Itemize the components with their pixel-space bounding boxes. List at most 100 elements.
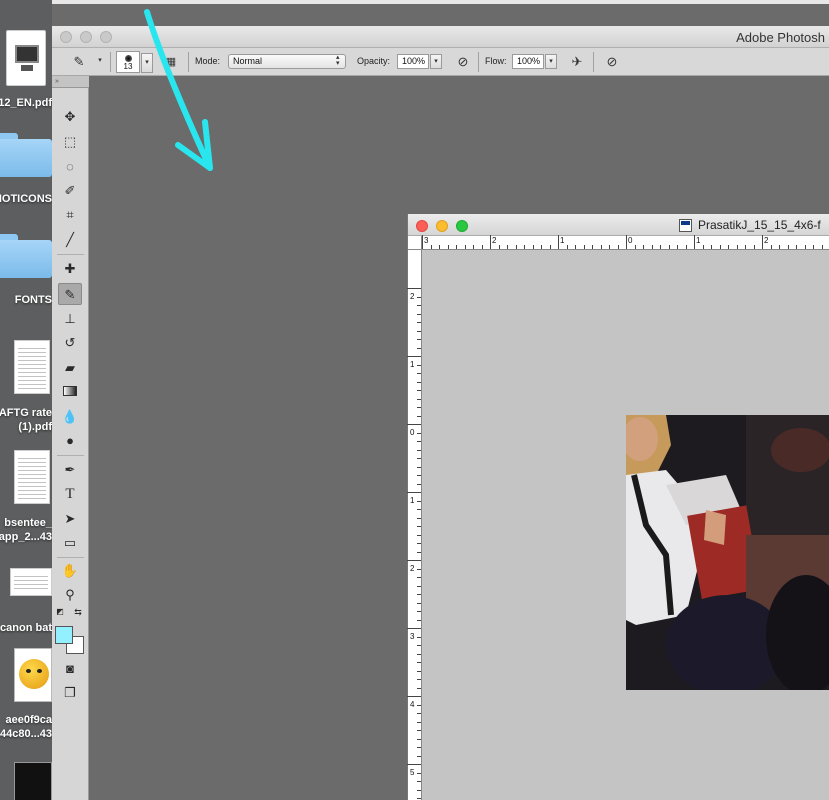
opacity-dropdown-arrow[interactable]: ▾ (430, 54, 442, 69)
history-brush-tool-icon[interactable]: ↺ (58, 332, 82, 354)
healing-brush-tool-icon[interactable]: ✚ (58, 258, 82, 280)
ruler-tick (417, 721, 421, 723)
ruler-tick (407, 764, 421, 765)
flow-dropdown-arrow[interactable]: ▾ (545, 54, 557, 69)
folder-icon[interactable] (0, 234, 52, 278)
ruler-tick (417, 390, 421, 391)
foreground-color-swatch[interactable] (55, 626, 73, 644)
divider (593, 52, 594, 72)
pressure-size-icon[interactable]: ⊘ (603, 53, 621, 71)
default-colors-icon[interactable]: ◩ (54, 606, 66, 618)
ruler-tick (821, 245, 823, 249)
lasso-tool-icon[interactable]: ◌ (58, 156, 82, 178)
ruler-tick (417, 381, 421, 383)
desktop-item-label: MOTICONS (0, 193, 52, 205)
ruler-tick (417, 415, 421, 417)
ruler-tick (507, 245, 508, 249)
document-file-icon[interactable] (14, 450, 50, 504)
folder-icon[interactable] (0, 133, 52, 177)
ruler-tick (417, 568, 421, 570)
chevron-down-icon[interactable]: ▾ (94, 54, 106, 69)
pressure-opacity-icon[interactable]: ⊘ (454, 53, 472, 71)
desktop: 212_EN.pdf MOTICONS FONTS AFTG rate (1).… (0, 0, 52, 800)
document-file-icon[interactable] (10, 568, 52, 596)
ruler-tick (417, 704, 421, 706)
tools-panel-grip[interactable]: » (52, 76, 89, 88)
document-close-button[interactable] (416, 220, 428, 232)
ruler-tick (481, 245, 483, 249)
ruler-origin[interactable] (408, 236, 422, 250)
document-title: PrasatikJ_15_15_4x6-f (698, 218, 821, 232)
ruler-label: 2 (764, 236, 769, 245)
document-zoom-button[interactable] (456, 220, 468, 232)
ruler-label: 0 (410, 428, 415, 437)
tools-panel: » ✥ ⬚ ◌ ✐ ⌗ ╱ ✚ ✎ ⊥ ↺ ▰ 💧 ● ✒ T ➤ ▭ ✋ ⚲ … (52, 76, 89, 800)
ruler-tick (417, 543, 421, 544)
document-proxy-icon[interactable] (679, 219, 692, 232)
quick-mask-icon[interactable]: ◙ (58, 658, 82, 680)
ruler-tick (417, 679, 421, 680)
opacity-input[interactable]: 100% (397, 54, 429, 69)
type-tool-icon[interactable]: T (58, 483, 82, 505)
zoom-tool-icon[interactable]: ⚲ (58, 584, 82, 606)
document-minimize-button[interactable] (436, 220, 448, 232)
chevron-updown-icon: ▴ ▾ (336, 54, 340, 67)
ruler-tick (407, 288, 421, 289)
ruler-tick (473, 245, 474, 249)
gradient-tool-icon[interactable] (58, 381, 82, 403)
ruler-tick (417, 713, 421, 714)
marquee-tool-icon[interactable]: ⬚ (58, 131, 82, 153)
horizontal-ruler[interactable]: 3 2 1 0 1 2 (422, 235, 829, 250)
ruler-tick (711, 245, 712, 249)
brush-size-dropdown-arrow[interactable]: ▾ (141, 53, 153, 73)
hand-tool-icon[interactable]: ✋ (58, 560, 82, 582)
ruler-tick (407, 356, 421, 357)
ruler-tick (417, 458, 421, 459)
flow-input[interactable]: 100% (512, 54, 544, 69)
image-file-icon[interactable] (14, 648, 52, 702)
document-titlebar[interactable]: PrasatikJ_15_15_4x6-f (408, 214, 829, 236)
menu-bar (0, 0, 829, 4)
app-close-button[interactable] (60, 31, 72, 43)
ruler-tick (417, 500, 421, 502)
brush-tool-icon[interactable]: ✎ (58, 283, 82, 305)
brush-size-picker[interactable]: 13 (116, 51, 140, 73)
swap-colors-icon[interactable]: ⇆ (72, 606, 84, 618)
path-selection-tool-icon[interactable]: ➤ (58, 508, 82, 530)
divider (110, 52, 111, 72)
ruler-tick (745, 245, 746, 249)
desktop-file-icon[interactable] (6, 30, 46, 86)
airbrush-icon[interactable]: ✈ (568, 53, 586, 71)
ruler-tick (685, 245, 687, 249)
app-minimize-button[interactable] (80, 31, 92, 43)
ruler-tick (417, 662, 421, 663)
image-file-icon[interactable] (14, 762, 52, 800)
ruler-tick (417, 432, 421, 434)
ruler-tick (626, 235, 627, 249)
clone-stamp-tool-icon[interactable]: ⊥ (58, 308, 82, 330)
opacity-label: Opacity: (357, 56, 391, 66)
move-tool-icon[interactable]: ✥ (58, 106, 82, 128)
crop-tool-icon[interactable]: ⌗ (58, 204, 82, 226)
rectangle-tool-icon[interactable]: ▭ (58, 532, 82, 554)
blur-tool-icon[interactable]: 💧 (58, 406, 82, 428)
app-titlebar[interactable]: Adobe Photosh (52, 26, 829, 48)
brush-tip-icon (125, 55, 132, 62)
pen-tool-icon[interactable]: ✒ (58, 459, 82, 481)
eraser-tool-icon[interactable]: ▰ (58, 357, 82, 379)
ruler-tick (417, 585, 421, 587)
ruler-tick (498, 245, 500, 249)
ruler-tick (702, 245, 704, 249)
brush-preset-icon[interactable]: ✎ (70, 53, 88, 71)
dodge-tool-icon[interactable]: ● (58, 430, 82, 452)
brush-panel-icon[interactable]: ▦ (162, 53, 180, 71)
pdf-file-icon[interactable] (14, 340, 50, 394)
screen-mode-icon[interactable]: ❐ (58, 682, 82, 704)
app-zoom-button[interactable] (100, 31, 112, 43)
quick-selection-tool-icon[interactable]: ✐ (58, 180, 82, 202)
mode-select[interactable]: Normal (228, 54, 346, 69)
eyedropper-tool-icon[interactable]: ╱ (58, 229, 82, 251)
canvas-photo[interactable] (626, 415, 829, 690)
desktop-item-label-line2: 44c80...43 (0, 728, 52, 740)
vertical-ruler[interactable]: 2 1 0 1 2 3 4 5 (407, 250, 422, 800)
